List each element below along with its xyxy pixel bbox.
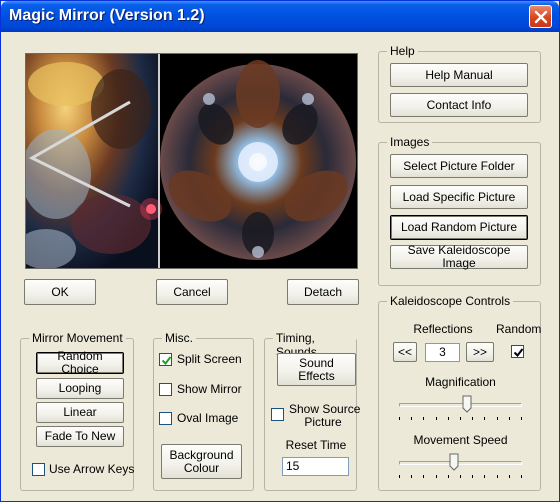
close-button[interactable] [529, 5, 552, 28]
preview-image [26, 54, 356, 268]
reflections-value[interactable]: 3 [425, 343, 460, 362]
sound-effects-button[interactable]: Sound Effects [277, 353, 356, 386]
title-bar[interactable]: Magic Mirror (Version 1.2) [1, 1, 559, 32]
magnification-thumb[interactable] [462, 395, 472, 413]
movement-speed-thumb[interactable] [449, 453, 459, 471]
looping-label: Looping [58, 381, 102, 395]
reflections-prev-label: << [397, 344, 412, 359]
fade-to-new-button[interactable]: Fade To New [36, 426, 124, 447]
detach-button-label: Detach [303, 284, 343, 299]
slider-tick [521, 417, 522, 420]
slider-tick [509, 417, 510, 420]
show-mirror-checkbox[interactable] [159, 383, 172, 396]
movement-speed-label: Movement Speed [413, 433, 508, 447]
linear-label: Linear [63, 405, 97, 419]
kaleidoscope-controls-group-label: Kaleidoscope Controls [387, 294, 514, 308]
save-kaleidoscope-image-button[interactable]: Save Kaleidoscope Image [390, 243, 528, 270]
ok-button[interactable]: OK [24, 279, 96, 305]
checkmark-icon [513, 348, 524, 358]
images-group-label: Images [387, 135, 433, 149]
slider-tick [423, 475, 424, 478]
oval-image-label: Oval Image [177, 411, 239, 425]
split-screen-label: Split Screen [177, 352, 242, 366]
show-source-picture-checkbox[interactable] [271, 408, 284, 421]
magnification-label: Magnification [425, 375, 496, 389]
preview-panel [25, 53, 358, 269]
mirror-movement-group-label: Mirror Movement [29, 331, 126, 345]
cancel-button-label: Cancel [173, 284, 211, 299]
sound-effects-label: Sound Effects [298, 355, 335, 383]
magnification-slider[interactable] [393, 395, 528, 423]
reflections-prev-button[interactable]: << [393, 342, 417, 362]
background-colour-label-line1: Background [169, 447, 234, 462]
load-random-picture-label: Load Random Picture [400, 220, 518, 234]
show-source-picture-label-line2: Picture [304, 415, 342, 429]
oval-image-checkbox[interactable] [159, 412, 172, 425]
checkmark-icon [161, 356, 172, 366]
slider-tick [472, 475, 473, 478]
slider-tick [497, 475, 498, 478]
random-reflections-checkbox[interactable] [511, 345, 524, 358]
movement-speed-slider[interactable] [393, 453, 528, 481]
background-colour-label-line2: Colour [183, 460, 220, 475]
help-manual-button[interactable]: Help Manual [390, 63, 528, 87]
looping-button[interactable]: Looping [36, 378, 124, 399]
slider-tick [448, 417, 449, 420]
slider-tick [460, 475, 461, 478]
load-specific-picture-label: Load Specific Picture [402, 189, 516, 204]
contact-info-label: Contact Info [426, 97, 492, 112]
ok-button-label: OK [51, 284, 69, 299]
slider-tick [509, 475, 510, 478]
magnification-track [399, 403, 522, 407]
save-kaleidoscope-image-label: Save Kaleidoscope Image [407, 243, 511, 270]
detach-button[interactable]: Detach [287, 279, 359, 305]
slider-tick [411, 475, 412, 478]
slider-tick [460, 417, 461, 420]
slider-tick [484, 475, 485, 478]
slider-tick [399, 475, 400, 478]
slider-tick [521, 475, 522, 478]
slider-tick [484, 417, 485, 420]
cancel-button[interactable]: Cancel [156, 279, 228, 305]
show-mirror-label: Show Mirror [177, 382, 242, 396]
random-label: Random [496, 322, 542, 336]
reflections-next-label: >> [472, 344, 487, 359]
help-manual-label: Help Manual [425, 67, 493, 82]
help-group-label: Help [387, 44, 418, 58]
split-screen-checkbox[interactable] [159, 353, 172, 366]
close-icon [534, 10, 548, 24]
fade-to-new-label: Fade To New [44, 429, 116, 443]
slider-tick [436, 417, 437, 420]
load-random-picture-button[interactable]: Load Random Picture [390, 215, 528, 240]
slider-tick [423, 417, 424, 420]
select-picture-folder-button[interactable]: Select Picture Folder [390, 154, 528, 178]
misc-group-label: Misc. [162, 331, 196, 345]
slider-tick [472, 417, 473, 420]
slider-tick [411, 417, 412, 420]
movement-speed-ticks [399, 475, 522, 478]
linear-button[interactable]: Linear [36, 402, 124, 423]
show-source-picture-label-line1: Show Source [289, 402, 361, 416]
magnification-ticks [399, 417, 522, 420]
main-window: Magic Mirror (Version 1.2) OK Cancel Det… [0, 0, 560, 502]
movement-speed-track [399, 461, 522, 465]
random-choice-label: Random Choice [57, 349, 103, 376]
slider-tick [497, 417, 498, 420]
random-choice-button[interactable]: Random Choice [36, 349, 124, 376]
window-title: Magic Mirror (Version 1.2) [9, 7, 205, 24]
load-specific-picture-button[interactable]: Load Specific Picture [390, 185, 528, 209]
reset-time-input[interactable]: 15 [282, 457, 349, 476]
background-colour-button[interactable]: Background Colour [161, 444, 242, 479]
reset-time-label: Reset Time [285, 438, 347, 452]
reflections-label: Reflections [413, 322, 473, 336]
slider-tick [436, 475, 437, 478]
contact-info-button[interactable]: Contact Info [390, 93, 528, 117]
use-arrow-keys-checkbox[interactable] [32, 463, 45, 476]
slider-tick [399, 417, 400, 420]
reflections-next-button[interactable]: >> [466, 342, 494, 362]
select-picture-folder-label: Select Picture Folder [403, 158, 515, 173]
slider-tick [448, 475, 449, 478]
use-arrow-keys-label: Use Arrow Keys [49, 462, 135, 476]
